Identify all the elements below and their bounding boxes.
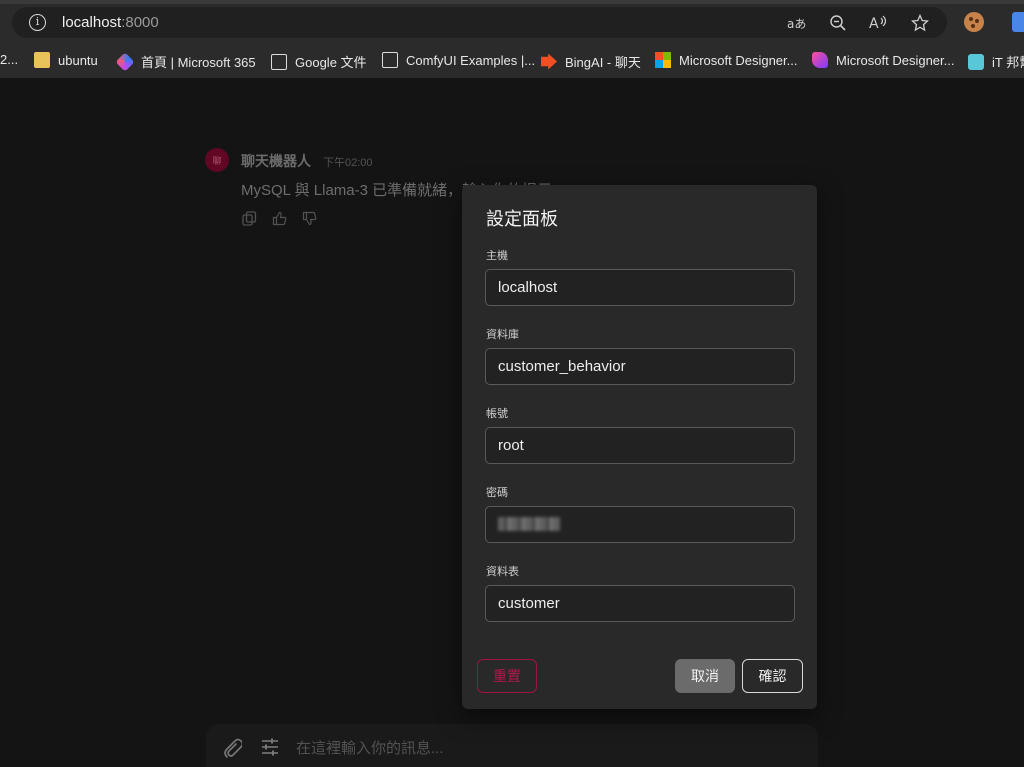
google-translate-extension-icon[interactable] [1012,12,1024,32]
settings-dialog: 設定面板 主機 資料庫 帳號 密碼 資料表 重置 取消 確認 [462,185,817,709]
dialog-title: 設定面板 [486,209,558,229]
microsoft-365-icon [115,51,135,72]
table-input[interactable] [485,585,795,622]
bookmark-label: Microsoft Designer... [836,52,955,68]
translate-icon[interactable]: aあ [786,12,808,34]
browser-toolbar: i localhost:8000 aあ A [0,0,1024,44]
bookmark-item[interactable]: 2... [0,52,18,67]
svg-text:aあ: aあ [787,17,806,31]
cancel-button[interactable]: 取消 [675,659,735,693]
bookmark-microsoft-365[interactable]: 首頁 | Microsoft 365 [115,51,256,72]
bing-icon [541,53,557,70]
bookmarks-bar: 2... ubuntu 首頁 | Microsoft 365 Google 文件… [0,44,1024,78]
read-aloud-icon[interactable]: A [868,12,890,34]
bookmark-label: Google 文件 [295,55,367,70]
address-bar-actions: aあ A [786,12,931,34]
url-host: localhost [62,14,122,31]
cookie-extension-icon[interactable] [964,12,984,32]
address-bar[interactable]: i localhost:8000 aあ A [12,7,947,38]
bookmark-bingai[interactable]: BingAI - 聊天 [541,52,641,71]
url-text[interactable]: localhost:8000 [62,14,159,31]
password-input[interactable] [485,506,795,543]
database-label: 資料庫 [486,329,519,341]
page-icon [271,53,287,70]
bookmark-label: Microsoft Designer... [679,52,798,68]
database-input[interactable] [485,348,795,385]
bookmark-label: 首頁 | Microsoft 365 [141,55,256,70]
favorite-star-icon[interactable] [909,12,931,34]
bookmark-label: 2... [0,52,19,67]
folder-icon [34,52,50,68]
bookmark-label: BingAI - 聊天 [565,55,641,70]
bookmark-label: ComfyUI Examples |... [406,52,536,68]
svg-text:A: A [869,16,879,32]
site-info-icon[interactable]: i [29,14,46,31]
account-input[interactable] [485,427,795,464]
password-masked-value [498,517,560,531]
account-label: 帳號 [486,408,508,420]
ithome-icon [968,53,984,70]
bookmark-comfyui[interactable]: ComfyUI Examples |... [382,52,535,68]
url-port: :8000 [121,14,159,31]
bookmark-label: ubuntu [58,52,98,68]
bookmark-ubuntu[interactable]: ubuntu [34,52,98,68]
reset-button[interactable]: 重置 [477,659,537,693]
zoom-out-icon[interactable] [827,12,849,34]
bookmark-label: iT 邦幫 [992,55,1024,70]
bookmark-ithome[interactable]: iT 邦幫 [968,52,1024,71]
table-label: 資料表 [486,566,519,578]
designer-icon [812,52,828,68]
password-label: 密碼 [486,487,508,499]
microsoft-icon [655,52,671,68]
confirm-button[interactable]: 確認 [742,659,803,693]
page-icon [382,52,398,68]
bookmark-google-docs[interactable]: Google 文件 [271,52,367,71]
host-input[interactable] [485,269,795,306]
bookmark-microsoft-designer[interactable]: Microsoft Designer... [655,52,798,68]
bookmark-microsoft-designer-2[interactable]: Microsoft Designer... [812,52,955,68]
host-label: 主機 [486,250,508,262]
